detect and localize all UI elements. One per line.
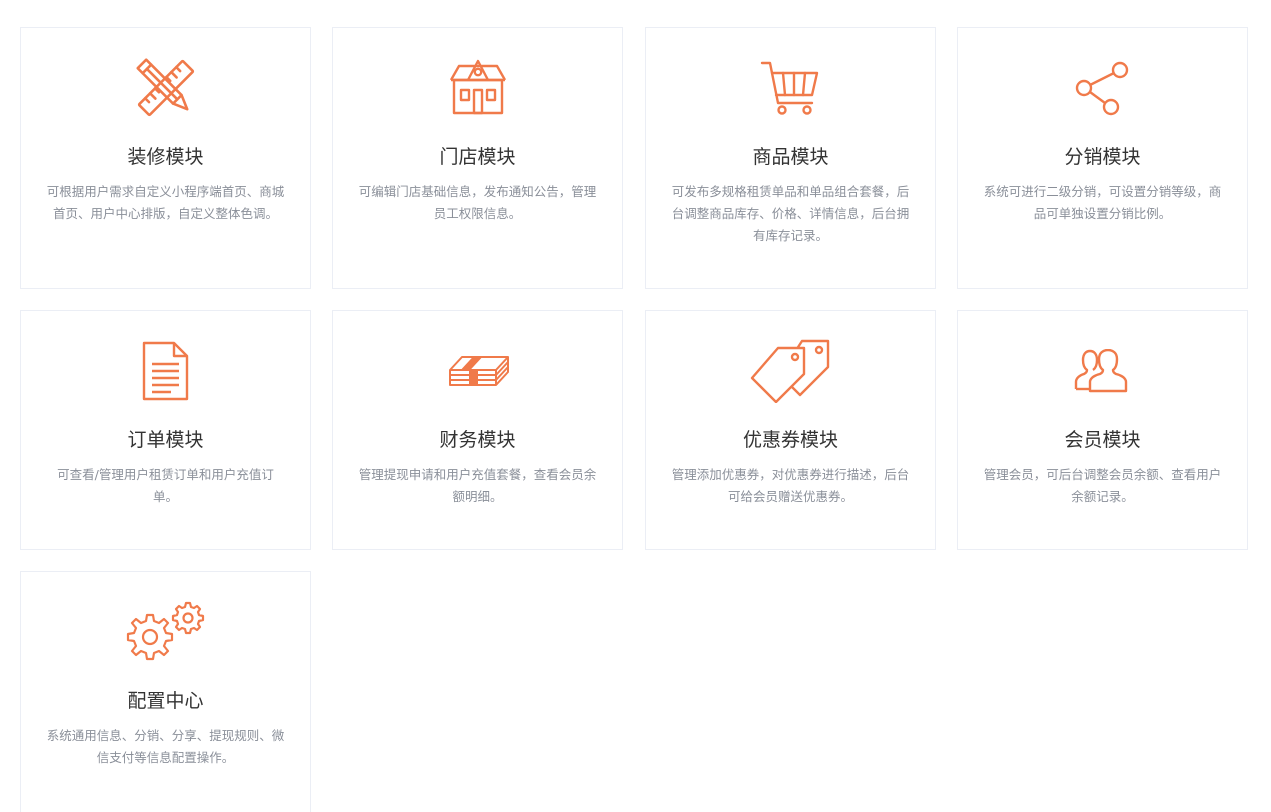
description-line: 可给会员赠送优惠券。 bbox=[727, 489, 853, 504]
module-title: 分销模块 bbox=[1064, 146, 1141, 168]
module-title: 配置中心 bbox=[127, 690, 204, 712]
users-icon bbox=[958, 339, 1247, 403]
description-line: 品可单独设置分销比例。 bbox=[1033, 206, 1172, 221]
description-line: 可发布多规格租赁单品和单品组合套餐，后 bbox=[671, 184, 910, 199]
description-line: 台调整商品库存、价格、详情信息，后台拥 bbox=[671, 206, 910, 221]
module-description: 管理添加优惠券，对优惠券进行描述，后台 可给会员赠送优惠券。 bbox=[656, 464, 925, 508]
description-line: 可编辑门店基础信息，发布通知公告，管理 bbox=[358, 184, 597, 199]
description-line: 单。 bbox=[152, 489, 178, 504]
money-stack-icon bbox=[333, 339, 622, 403]
module-title: 优惠券模块 bbox=[742, 429, 838, 451]
module-description: 可根据用户需求自定义小程序端首页、商城 首页、用户中心排版，自定义整体色调。 bbox=[31, 181, 300, 225]
description-line: 管理会员，可后台调整会员余额、查看用户 bbox=[983, 467, 1222, 482]
module-card-distribution[interactable]: 分销模块 系统可进行二级分销，可设置分销等级，商 品可单独设置分销比例。 bbox=[957, 27, 1248, 289]
gears-icon bbox=[21, 600, 310, 664]
description-line: 可根据用户需求自定义小程序端首页、商城 bbox=[46, 184, 285, 199]
description-line: 余额记录。 bbox=[1071, 489, 1134, 504]
share-icon bbox=[958, 56, 1247, 120]
module-title: 门店模块 bbox=[439, 146, 516, 168]
description-line: 管理提现申请和用户充值套餐，查看会员余 bbox=[358, 467, 597, 482]
module-card-store[interactable]: 门店模块 可编辑门店基础信息，发布通知公告，管理 员工权限信息。 bbox=[332, 27, 623, 289]
description-line: 系统通用信息、分销、分享、提现规则、微 bbox=[46, 728, 285, 743]
module-title: 会员模块 bbox=[1064, 429, 1141, 451]
description-line: 可查看/管理用户租赁订单和用户充值订 bbox=[57, 467, 274, 482]
description-line: 管理添加优惠券，对优惠券进行描述，后台 bbox=[671, 467, 910, 482]
description-line: 首页、用户中心排版，自定义整体色调。 bbox=[52, 206, 278, 221]
document-icon bbox=[21, 339, 310, 403]
description-line: 信支付等信息配置操作。 bbox=[96, 750, 235, 765]
description-line: 额明细。 bbox=[452, 489, 503, 504]
module-description: 系统可进行二级分销，可设置分销等级，商 品可单独设置分销比例。 bbox=[968, 181, 1237, 225]
module-title: 商品模块 bbox=[752, 146, 829, 168]
shopping-cart-icon bbox=[646, 56, 935, 120]
module-description: 可查看/管理用户租赁订单和用户充值订 单。 bbox=[31, 464, 300, 508]
module-title: 装修模块 bbox=[127, 146, 204, 168]
module-card-order[interactable]: 订单模块 可查看/管理用户租赁订单和用户充值订 单。 bbox=[20, 310, 311, 550]
price-tags-icon bbox=[646, 339, 935, 403]
description-line: 员工权限信息。 bbox=[433, 206, 522, 221]
module-title: 财务模块 bbox=[439, 429, 516, 451]
module-description: 可发布多规格租赁单品和单品组合套餐，后 台调整商品库存、价格、详情信息，后台拥 … bbox=[656, 181, 925, 247]
store-icon bbox=[333, 56, 622, 120]
module-card-member[interactable]: 会员模块 管理会员，可后台调整会员余额、查看用户 余额记录。 bbox=[957, 310, 1248, 550]
description-line: 有库存记录。 bbox=[752, 228, 828, 243]
module-card-goods[interactable]: 商品模块 可发布多规格租赁单品和单品组合套餐，后 台调整商品库存、价格、详情信息… bbox=[645, 27, 936, 289]
module-card-design[interactable]: 装修模块 可根据用户需求自定义小程序端首页、商城 首页、用户中心排版，自定义整体… bbox=[20, 27, 311, 289]
module-description: 管理会员，可后台调整会员余额、查看用户 余额记录。 bbox=[968, 464, 1237, 508]
design-tools-icon bbox=[21, 56, 310, 120]
module-card-finance[interactable]: 财务模块 管理提现申请和用户充值套餐，查看会员余 额明细。 bbox=[332, 310, 623, 550]
module-card-coupon[interactable]: 优惠券模块 管理添加优惠券，对优惠券进行描述，后台 可给会员赠送优惠券。 bbox=[645, 310, 936, 550]
module-description: 可编辑门店基础信息，发布通知公告，管理 员工权限信息。 bbox=[343, 181, 612, 225]
module-description: 系统通用信息、分销、分享、提现规则、微 信支付等信息配置操作。 bbox=[31, 725, 300, 769]
module-card-settings[interactable]: 配置中心 系统通用信息、分销、分享、提现规则、微 信支付等信息配置操作。 bbox=[20, 571, 311, 812]
description-line: 系统可进行二级分销，可设置分销等级，商 bbox=[983, 184, 1222, 199]
module-title: 订单模块 bbox=[127, 429, 204, 451]
module-description: 管理提现申请和用户充值套餐，查看会员余 额明细。 bbox=[343, 464, 612, 508]
